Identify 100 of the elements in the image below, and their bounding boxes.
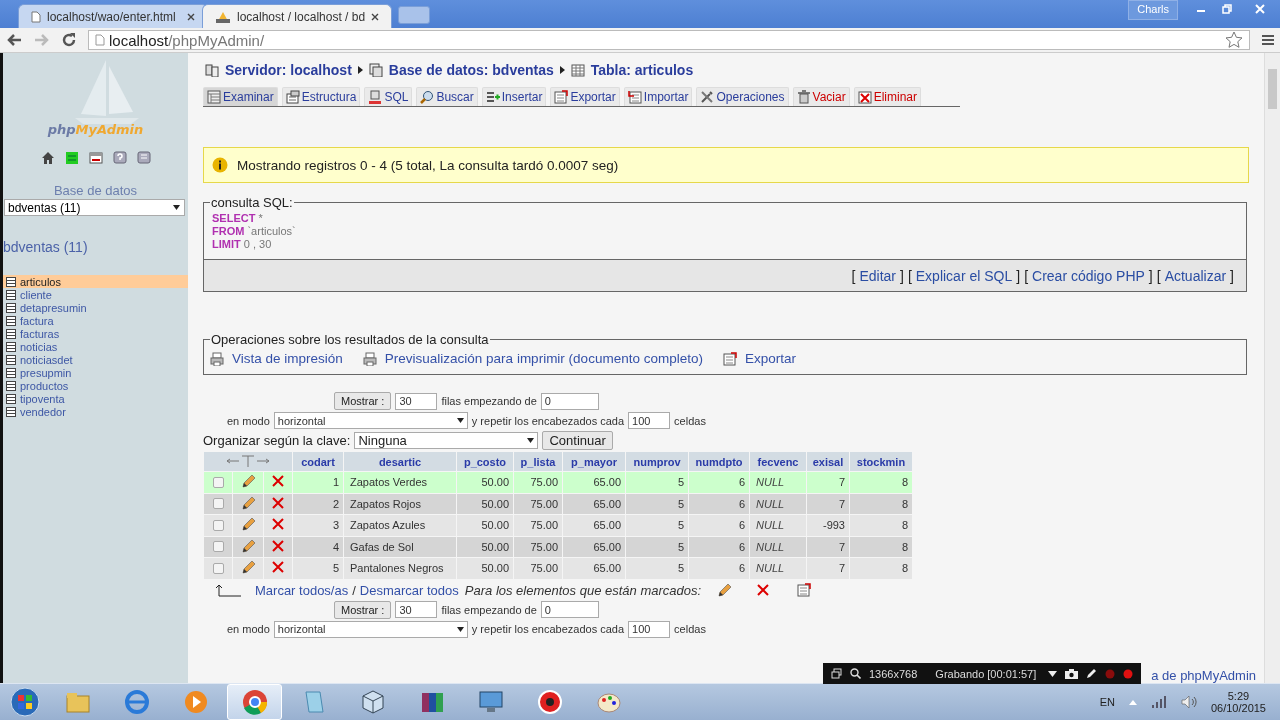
table-cell: 6 (689, 493, 749, 514)
table-cell: 5 (626, 515, 688, 536)
sql-code-line: SELECT * (211, 212, 264, 225)
recording-status: Grabando [00:01:57] (935, 667, 1037, 680)
database-link[interactable]: bdventas (11) (3, 239, 188, 255)
table-link[interactable]: presupmin (20, 367, 72, 380)
bracket: [ (907, 267, 912, 284)
link[interactable]: Vista de impresión (210, 351, 343, 366)
table-cell: 65.00 (563, 558, 625, 579)
table-link[interactable]: noticiasdet (20, 354, 73, 367)
table-link[interactable]: factura (20, 314, 54, 327)
table-cell: 8 (850, 558, 912, 579)
language-indicator[interactable]: EN (1099, 696, 1115, 708)
table-link[interactable]: noticias (20, 341, 58, 353)
rows-field[interactable]: 30 (395, 392, 438, 410)
table-cell: 7 (807, 536, 849, 557)
table-cell: 7 (807, 472, 849, 493)
tab[interactable]: Buscar (416, 87, 478, 106)
tab[interactable]: Importar (623, 87, 693, 106)
start-field[interactable]: 0 (540, 601, 599, 618)
column-header[interactable]: codart (293, 452, 343, 471)
table-link[interactable]: detapresumin (20, 301, 87, 314)
sql-code-line: FROM `articulos` (211, 225, 297, 238)
table-link[interactable]: cliente (20, 288, 52, 301)
table-cell: Zapatos Azules (344, 515, 456, 536)
table-cell: 50.00 (457, 472, 513, 493)
table-cell: 6 (689, 472, 749, 493)
link[interactable]: Marcar todos/as (255, 582, 349, 598)
sort-dropdown[interactable]: Ninguna (354, 432, 539, 449)
sort-label: Organizar según la clave: (203, 433, 351, 448)
table-link[interactable]: vendedor (20, 406, 66, 419)
tab[interactable]: SQL (364, 87, 413, 106)
table-cell: 6 (689, 558, 749, 579)
mode-dropdown[interactable]: horizontal (273, 620, 468, 638)
table-cell: Zapatos Rojos (344, 493, 456, 514)
link[interactable]: Actualizar (1164, 267, 1227, 284)
table-cell: 8 (850, 472, 912, 493)
breadcrumb-link[interactable]: Servidor: localhost (225, 62, 352, 78)
column-header[interactable]: stockmin (850, 452, 912, 471)
column-header[interactable]: p_costo (457, 452, 513, 471)
bracket: ] (1148, 267, 1153, 284)
link[interactable]: Editar (859, 267, 896, 284)
browser-tab[interactable]: localhost / localhost / bd (202, 4, 392, 28)
table-cell: 50.00 (457, 536, 513, 557)
table-cell: 5 (626, 558, 688, 579)
table-cell: 75.00 (514, 558, 562, 579)
table-cell: 7 (807, 493, 849, 514)
tab[interactable]: Eliminar (853, 87, 921, 106)
table-cell: 50.00 (457, 493, 513, 514)
tab[interactable]: Estructura (281, 87, 361, 106)
tab[interactable]: Operaciones (696, 87, 789, 106)
repeat-field[interactable]: 100 (628, 412, 671, 429)
show-button[interactable]: Mostrar : (334, 392, 392, 410)
table-cell: 5 (626, 493, 688, 514)
table-cell: 8 (850, 515, 912, 536)
clock-time[interactable]: 5:29 (1227, 690, 1250, 702)
breadcrumb-link[interactable]: Base de datos: bdventas (388, 62, 554, 78)
footer-link[interactable]: a de phpMyAdmin (1151, 668, 1256, 683)
column-header[interactable]: desartic (344, 452, 456, 471)
table-cell: 2 (293, 493, 343, 514)
column-header[interactable]: exisal (807, 452, 849, 471)
sql-code-line: LIMIT 0 , 30 (211, 238, 273, 251)
column-header[interactable]: p_lista (514, 452, 562, 471)
continue-button[interactable]: Continuar (542, 431, 613, 450)
bracket: ] (1230, 267, 1234, 284)
column-header[interactable]: p_mayor (563, 452, 625, 471)
database-label: Base de datos (52, 183, 139, 198)
show-button[interactable]: Mostrar : (334, 600, 392, 619)
tab[interactable]: Vaciar (792, 87, 850, 106)
table-cell: 65.00 (563, 472, 625, 493)
logo-text: phpMyAdmin (47, 122, 144, 137)
link[interactable]: Exportar (722, 351, 796, 366)
tab[interactable]: Examinar (203, 87, 278, 106)
bracket: [ (1156, 267, 1161, 284)
mode-dropdown[interactable]: horizontal (273, 412, 468, 429)
column-header[interactable]: numdpto (689, 452, 749, 471)
table-cell: -993 (807, 515, 849, 536)
start-label: filas empezando de (441, 395, 537, 407)
column-header[interactable]: numprov (626, 452, 688, 471)
table-link[interactable]: productos (20, 380, 69, 393)
start-field[interactable]: 0 (540, 392, 599, 410)
table-link[interactable]: tipoventa (20, 393, 65, 406)
database-dropdown[interactable]: bdventas (11) (4, 199, 185, 216)
table-cell: 50.00 (457, 558, 513, 579)
rows-field[interactable]: 30 (395, 601, 438, 618)
table-link[interactable]: facturas (20, 327, 60, 340)
repeat-field[interactable]: 100 (628, 620, 671, 638)
link[interactable]: Explicar el SQL (915, 267, 1013, 284)
table-cell: 5 (626, 536, 688, 557)
link[interactable]: Crear código PHP (1032, 267, 1145, 284)
column-header[interactable]: fecvenc (750, 452, 806, 471)
link[interactable]: Desmarcar todos (359, 582, 459, 598)
table-cell: 7 (807, 558, 849, 579)
breadcrumb-link[interactable]: Tabla: articulos (590, 62, 694, 78)
link[interactable]: Previsualización para imprimir (documento completo) (362, 351, 703, 366)
clock-date[interactable]: 06/10/2015 (1210, 702, 1266, 714)
address-bar[interactable]: localhost/phpMyAdmin/ (88, 30, 1250, 50)
fieldset-legend: Operaciones sobre los resultados de la consulta (210, 332, 490, 347)
tab[interactable]: Exportar (550, 87, 620, 106)
tab[interactable]: Insertar (481, 87, 547, 106)
